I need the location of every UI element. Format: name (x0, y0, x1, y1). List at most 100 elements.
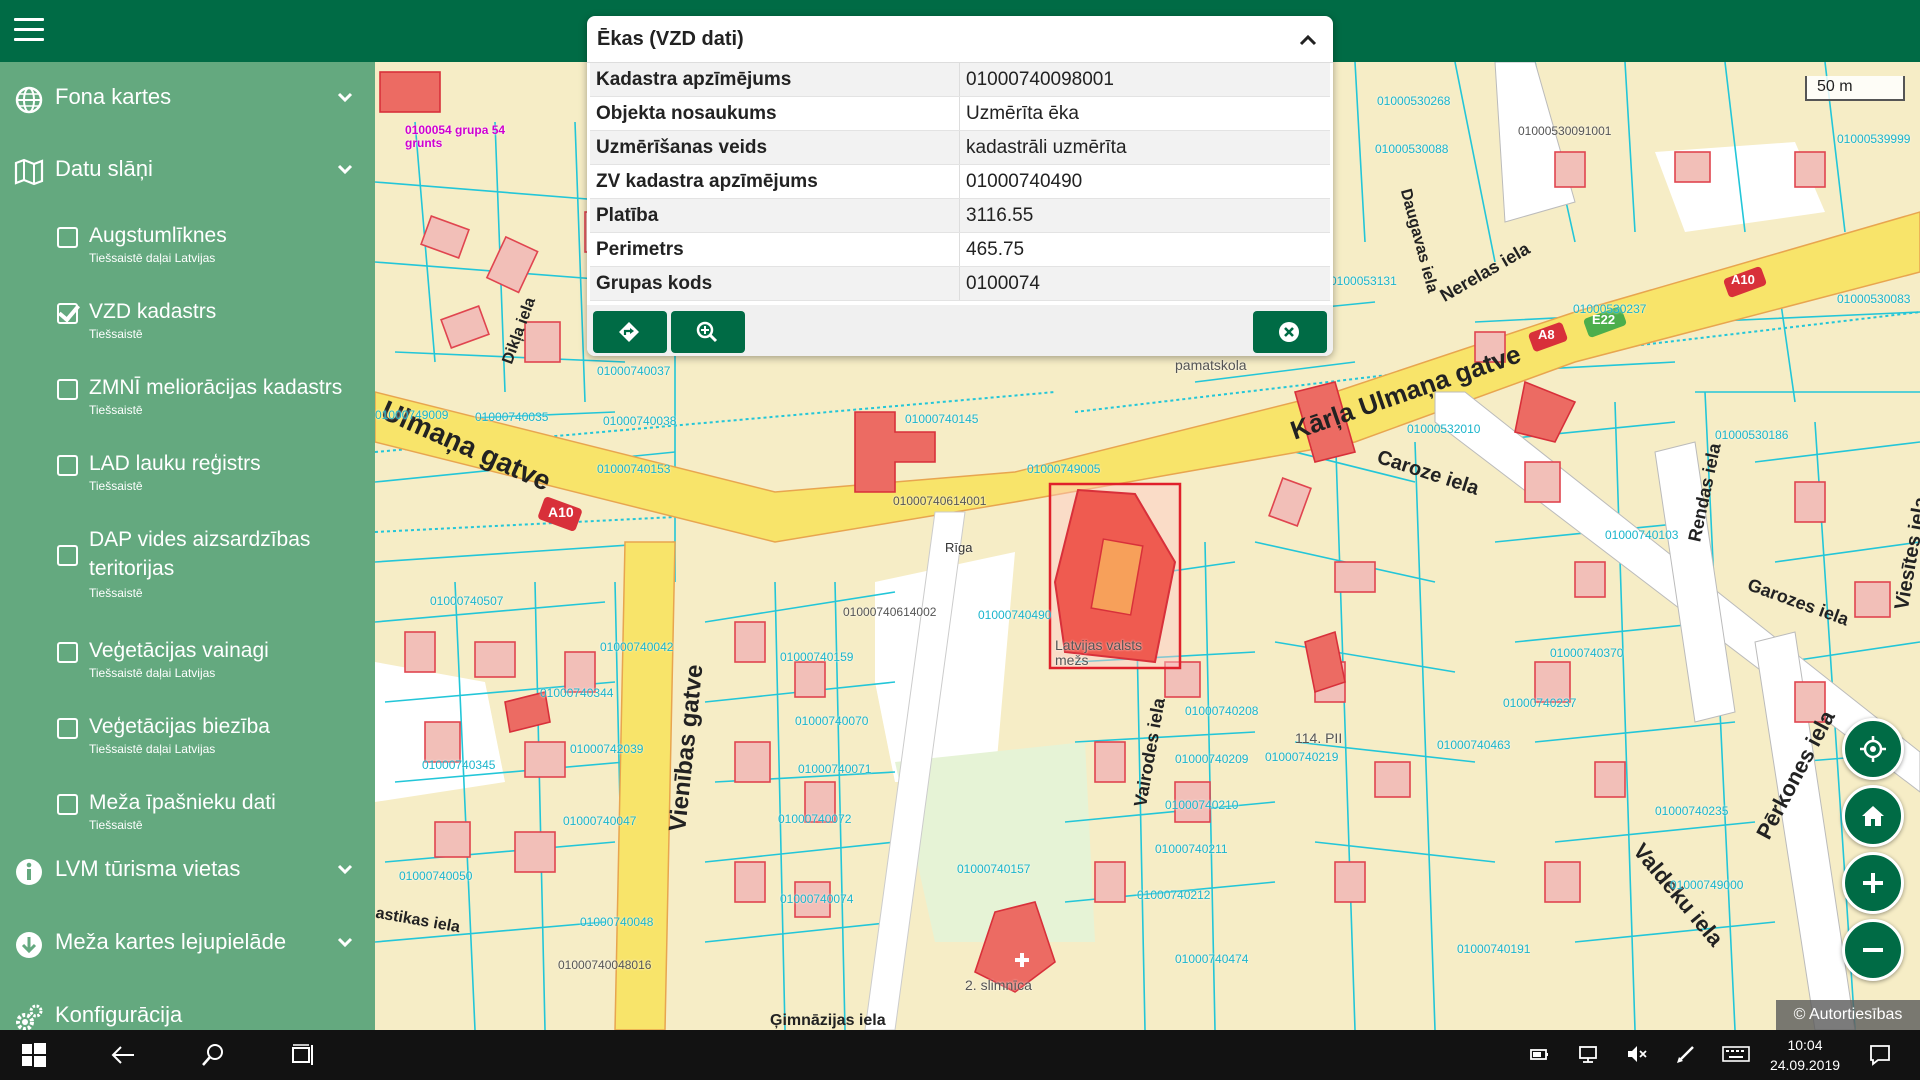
chevron-down-icon (337, 937, 353, 948)
layer-checkbox[interactable] (57, 545, 78, 566)
parcel-label: 01000740159 (780, 650, 854, 664)
table-row: ZV kadastra apzīmējums 01000740490 (590, 164, 1330, 199)
locate-button[interactable] (1842, 718, 1904, 780)
layer-checkbox[interactable] (57, 303, 78, 324)
download-icon (16, 932, 42, 958)
attribute-key: Perimetrs (590, 232, 960, 267)
volume-muted-icon[interactable] (1626, 1043, 1648, 1065)
layer-checkbox[interactable] (57, 455, 78, 476)
chevron-down-icon (337, 864, 353, 875)
home-button[interactable] (1842, 785, 1904, 847)
parcel-label: 01000740614001 (893, 494, 987, 508)
section-label: LVM tūrisma vietas (55, 856, 241, 881)
place-label: 2. slimnīca (965, 977, 1032, 993)
parcel-label: 01000740490 (978, 608, 1052, 622)
parcel-label: 01000740507 (430, 594, 504, 608)
section-lvm-turisma-vietas[interactable]: LVM tūrisma vietas (0, 846, 375, 890)
parcel-label: 01000740344 (540, 686, 614, 700)
road-shield-label: A10 (548, 504, 574, 520)
attribute-table: Kadastra apzīmējums 01000740098001 Objekt… (590, 63, 1330, 301)
zoom-out-button[interactable] (1842, 919, 1904, 981)
layer-subtitle: Tiešsaistē daļai Latvijas (89, 666, 216, 680)
parcel-label: 01000740072 (778, 812, 852, 826)
layer-checkbox[interactable] (57, 642, 78, 663)
parcel-label: 01000740474 (1175, 952, 1249, 966)
parcel-label: 01000532010 (1407, 422, 1481, 436)
section-konfiguracija[interactable]: Konfigurācija (0, 992, 375, 1030)
feature-info-popup: Ēkas (VZD dati) Kadastra apzīmējums 01000… (587, 16, 1333, 356)
clock-time: 10:04 (1787, 1037, 1823, 1053)
layer-name: ZMNĪ meliorācijas kadastrs (89, 376, 343, 399)
parcel-label: 01000740050 (399, 869, 473, 883)
section-meza-kartes-lejupielade[interactable]: Meža kartes lejupielāde (0, 919, 375, 963)
section-fona-kartes[interactable]: Fona kartes (0, 74, 375, 118)
parcel-label: 01000749005 (1027, 462, 1101, 476)
menu-icon[interactable] (14, 18, 44, 44)
system-clock[interactable]: 10:04 24.09.2019 (1760, 1035, 1850, 1075)
section-datu-slani[interactable]: Datu slāņi (0, 146, 375, 190)
section-label: Konfigurācija (55, 1002, 183, 1027)
notifications-icon[interactable] (1868, 1043, 1892, 1067)
parcel-label: 01000530186 (1715, 428, 1789, 442)
battery-icon[interactable] (1528, 1043, 1550, 1065)
popup-header: Ēkas (VZD dati) (587, 16, 1333, 63)
directions-button[interactable] (593, 311, 667, 353)
layer-name: DAP vides aizsardzības teritorijas (89, 528, 311, 580)
place-label: pamatskola (1175, 357, 1247, 373)
road-shield-label: A8 (1538, 327, 1555, 342)
attribute-value: 01000740098001 (959, 63, 1330, 97)
parcel-label: 01000740038 (603, 414, 677, 428)
layer-subtitle: Tiešsaistē (89, 403, 143, 417)
pen-icon[interactable] (1675, 1043, 1697, 1065)
chevron-up-icon[interactable] (1297, 29, 1319, 51)
minus-icon (1863, 948, 1883, 952)
zoom-to-feature-button[interactable] (671, 311, 745, 353)
parcel-label: 01000740153 (597, 462, 671, 476)
layer-name: Meža īpašnieku dati (89, 791, 276, 814)
back-arrow-icon[interactable] (110, 1043, 136, 1067)
layer-subtitle: Tiešsaistē (89, 479, 143, 493)
table-row: Grupas kods 0100074 (590, 266, 1330, 301)
parcel-label: 01000740237 (1503, 696, 1577, 710)
parcel-label: 01000740209 (1175, 752, 1249, 766)
parcel-label: 01000742039 (570, 742, 644, 756)
layer-subtitle: Tiešsaistē daļai Latvijas (89, 251, 216, 265)
parcel-label: 01000740219 (1265, 750, 1339, 764)
layer-checkbox[interactable] (57, 379, 78, 400)
keyboard-icon[interactable] (1722, 1043, 1750, 1065)
layer-checkbox[interactable] (57, 227, 78, 248)
table-row: Perimetrs 465.75 (590, 232, 1330, 267)
layer-name: Veģetācijas vainagi (89, 639, 269, 662)
layer-subtitle: Tiešsaistē daļai Latvijas (89, 742, 216, 756)
sidebar: Fona kartes Datu slāņi Augstumlīknes Tie… (0, 62, 375, 1030)
attribution-button[interactable]: © Autortiesības (1776, 1000, 1920, 1030)
close-popup-button[interactable] (1253, 311, 1327, 353)
chevron-down-icon (337, 164, 353, 175)
windows-start-icon[interactable] (22, 1043, 46, 1067)
attribute-value: 465.75 (959, 232, 1330, 267)
attribute-key: Uzmērīšanas veids (590, 130, 960, 165)
attribute-key: Grupas kods (590, 266, 960, 301)
attribute-key: Kadastra apzīmējums (590, 63, 960, 97)
parcel-label: 01000530088 (1375, 142, 1449, 156)
parcel-label: 01000530268 (1377, 94, 1451, 108)
scale-bar: 50 m (1805, 76, 1905, 101)
layer-checkbox[interactable] (57, 718, 78, 739)
parcel-label: 01000740235 (1655, 804, 1729, 818)
attribute-value: kadastrāli uzmērīta (959, 130, 1330, 165)
search-icon[interactable] (200, 1043, 226, 1067)
zoom-in-button[interactable] (1842, 852, 1904, 914)
place-label: 114. PII (1295, 730, 1343, 746)
parcel-label: 01000740145 (905, 412, 979, 426)
network-icon[interactable] (1577, 1043, 1599, 1065)
attribute-key: Objekta nosaukums (590, 96, 960, 131)
attribute-key: Platība (590, 198, 960, 233)
parcel-label: 01000740048 (580, 915, 654, 929)
directions-icon (619, 322, 639, 342)
attribute-value: 01000740490 (959, 164, 1330, 199)
parcel-label: 01000740074 (780, 892, 854, 906)
layer-name: Veģetācijas biezība (89, 715, 270, 738)
place-label: 0100054 grupa 54 grunts (405, 123, 506, 150)
task-view-icon[interactable] (290, 1043, 316, 1067)
layer-checkbox[interactable] (57, 794, 78, 815)
